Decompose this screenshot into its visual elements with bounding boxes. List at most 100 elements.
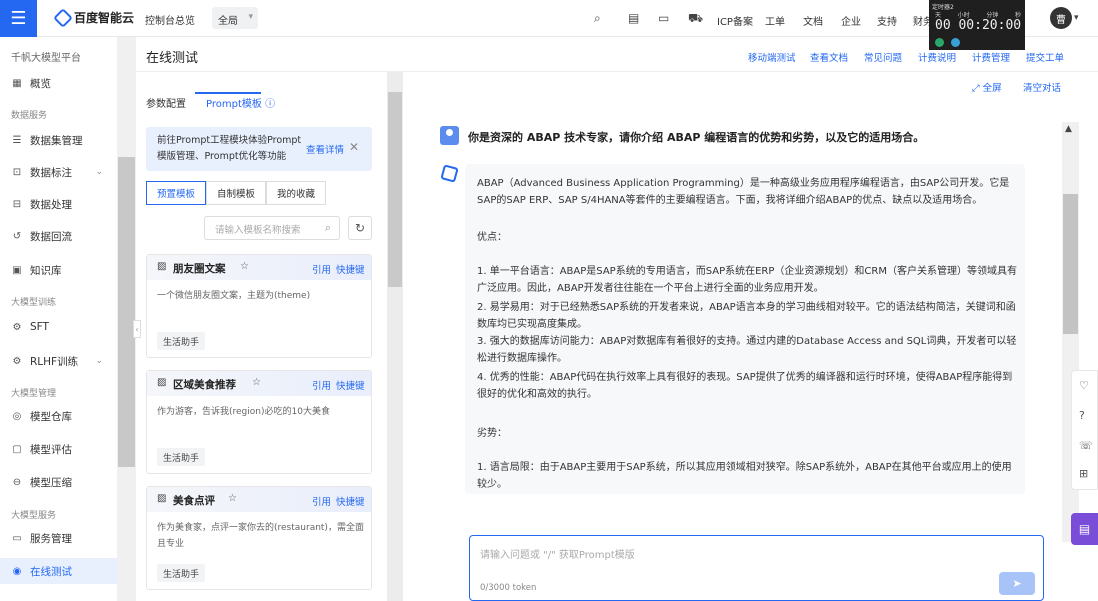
card-tag: 生活助手	[157, 448, 206, 466]
logo[interactable]: 百度智能云	[53, 7, 134, 28]
sidebar-item-label: 在线测试	[30, 565, 72, 578]
sidebar-section-label: 大模型训练	[11, 298, 57, 308]
avatar[interactable]: 曹	[1050, 7, 1072, 29]
star-icon[interactable]: ☆	[228, 493, 237, 504]
clear-chat-button[interactable]: 清空对话	[1023, 80, 1061, 94]
sidebar-item[interactable]: ☰ 数据集管理	[0, 127, 117, 153]
nav-enterprise[interactable]: 企业	[841, 13, 861, 28]
chat-support-button[interactable]: ▤	[1071, 513, 1098, 545]
template-card[interactable]: ▨ 朋友圈文案 ☆ 引用 快捷键 一个微信朋友圈文案，主题为(theme) 生活助手	[146, 254, 372, 358]
notice-link[interactable]: 查看详情	[306, 142, 344, 156]
reset-icon[interactable]	[951, 38, 960, 47]
use-link[interactable]: 引用	[312, 378, 331, 392]
nav-icp[interactable]: ICP备案	[717, 13, 753, 28]
template-card[interactable]: ▨ 区域美食推荐 ☆ 引用 快捷键 作为游客，告诉我(region)必吃的10大美食 生活助…	[146, 370, 372, 474]
sidebar-item[interactable]: ▦ 概览	[0, 70, 117, 96]
chevron-down-icon: ▾	[248, 12, 253, 22]
tab-params[interactable]: 参数配置	[146, 95, 186, 110]
shortcut-link[interactable]: 快捷键	[336, 262, 365, 276]
doc-icon[interactable]: ▤	[628, 11, 639, 25]
sft-icon: ⚙	[12, 321, 22, 333]
use-link[interactable]: 引用	[312, 262, 331, 276]
seg-preset[interactable]: 预置模板	[146, 181, 206, 205]
link-mobile-test[interactable]: 移动端测试	[748, 50, 796, 64]
bot-answer: ABAP（Advanced Business Application Progr…	[465, 164, 1025, 494]
card-tag: 生活助手	[157, 332, 206, 350]
sidebar-item[interactable]: ▢ 模型评估	[0, 436, 117, 462]
sidebar-item[interactable]: ⊖ 模型压缩	[0, 469, 117, 495]
card-description: 作为美食家，点评一家你去的(restaurant)，需全面且专业	[157, 523, 364, 549]
panel-scrollbar[interactable]	[387, 72, 403, 601]
user-avatar-icon	[440, 126, 459, 145]
sidebar-item[interactable]: ⊡ 数据标注 ⌄	[0, 159, 117, 185]
chat-area: ⤢ 全屏 清空对话 你是资深的 ABAP 技术专家，请你介绍 ABAP 编程语言…	[403, 72, 1098, 601]
search-icon[interactable]: ⌕	[325, 221, 331, 235]
template-icon: ▨	[157, 261, 167, 272]
template-card[interactable]: ▨ 美食点评 ☆ 引用 快捷键 作为美食家，点评一家你去的(restaurant)，需全面…	[146, 486, 372, 590]
database-icon: ☰	[12, 134, 22, 146]
sidebar-item[interactable]: ⊟ 数据处理	[0, 191, 117, 217]
online-test-icon: ◉	[12, 565, 22, 577]
notice-text: 前往Prompt工程模块体验Prompt模版管理、Prompt优化等功能	[157, 135, 302, 162]
scroll-up-icon[interactable]: ▲	[1065, 124, 1072, 134]
chevron-down-icon[interactable]: ▾	[1074, 13, 1079, 23]
star-icon[interactable]: ☆	[252, 377, 261, 388]
sidebar-item[interactable]: ↺ 数据回流	[0, 223, 117, 249]
help-icon[interactable]: ⓘ	[265, 99, 275, 110]
sidebar-section-label: 大模型管理	[11, 389, 57, 399]
chat-input[interactable]: 请输入问题或 "/" 获取Prompt模版 0/3000 token ➤	[469, 535, 1044, 601]
console-overview-link[interactable]: 控制台总览	[145, 12, 195, 27]
scrollbar-thumb[interactable]	[1063, 194, 1078, 334]
like-icon[interactable]: ♡	[1079, 379, 1089, 392]
link-docs[interactable]: 查看文档	[810, 50, 848, 64]
template-panel: 参数配置 Prompt模板 ⓘ 前往Prompt工程模块体验Prompt模版管理…	[136, 72, 387, 601]
nav-ticket[interactable]: 工单	[765, 13, 785, 28]
link-billing-desc[interactable]: 计费说明	[918, 50, 956, 64]
sidebar-item-label: 数据标注	[30, 166, 72, 179]
use-link[interactable]: 引用	[312, 494, 331, 508]
nav-docs[interactable]: 文档	[803, 13, 823, 28]
link-faq[interactable]: 常见问题	[864, 50, 902, 64]
scrollbar-thumb[interactable]	[118, 157, 135, 467]
repository-icon: ◎	[12, 410, 22, 422]
sidebar-item-label: 模型压缩	[30, 476, 72, 489]
tab-prompt-template[interactable]: Prompt模板 ⓘ	[206, 95, 275, 110]
seg-favorites[interactable]: 我的收藏	[266, 181, 326, 205]
shortcut-link[interactable]: 快捷键	[336, 378, 365, 392]
chevron-down-icon[interactable]: ⌄	[95, 167, 103, 177]
apps-icon[interactable]: ⊞	[1079, 467, 1088, 480]
message-icon[interactable]: ▭	[658, 11, 669, 25]
link-billing-manage[interactable]: 计费管理	[972, 50, 1010, 64]
link-submit-ticket[interactable]: 提交工单	[1026, 50, 1064, 64]
chevron-down-icon[interactable]: ⌄	[95, 356, 103, 366]
sidebar-item[interactable]: ▭ 服务管理	[0, 525, 117, 551]
play-icon[interactable]	[935, 38, 944, 47]
menu-icon[interactable]: ☰	[0, 0, 37, 37]
phone-icon[interactable]: ☏	[1079, 439, 1093, 452]
seg-custom[interactable]: 自制模板	[206, 181, 266, 205]
template-search-input[interactable]: 请输入模板名称搜索 ⌕	[204, 216, 340, 240]
sidebar-scrollbar[interactable]	[117, 37, 136, 601]
rlhf-icon: ⚙	[12, 355, 22, 367]
search-icon[interactable]: ⌕	[594, 11, 601, 26]
sidebar-item[interactable]: ▣ 知识库	[0, 257, 117, 283]
star-icon[interactable]: ☆	[240, 261, 249, 272]
close-icon[interactable]: ✕	[349, 140, 359, 154]
fullscreen-button[interactable]: ⤢ 全屏	[972, 80, 1002, 94]
sidebar-item[interactable]: ⚙ SFT	[0, 314, 117, 340]
card-tag: 生活助手	[157, 564, 206, 582]
region-select[interactable]: 全局 ▾	[212, 7, 258, 29]
sidebar-item[interactable]: ⚙ RLHF训练 ⌄	[0, 348, 117, 374]
token-counter: 0/3000 token	[480, 583, 537, 593]
shortcut-link[interactable]: 快捷键	[336, 494, 365, 508]
collapse-panel-icon[interactable]: ‹	[133, 320, 141, 338]
template-icon: ▨	[157, 493, 167, 504]
help-icon[interactable]: ?	[1079, 409, 1085, 422]
send-button[interactable]: ➤	[999, 572, 1035, 595]
scrollbar-thumb[interactable]	[388, 92, 402, 287]
nav-support[interactable]: 支持	[877, 13, 897, 28]
sidebar-item[interactable]: ◎ 模型仓库	[0, 403, 117, 429]
sidebar-item[interactable]: ◉ 在线测试	[0, 558, 117, 584]
cart-icon[interactable]: ⛟	[688, 11, 703, 27]
refresh-button[interactable]: ↻	[348, 216, 372, 240]
